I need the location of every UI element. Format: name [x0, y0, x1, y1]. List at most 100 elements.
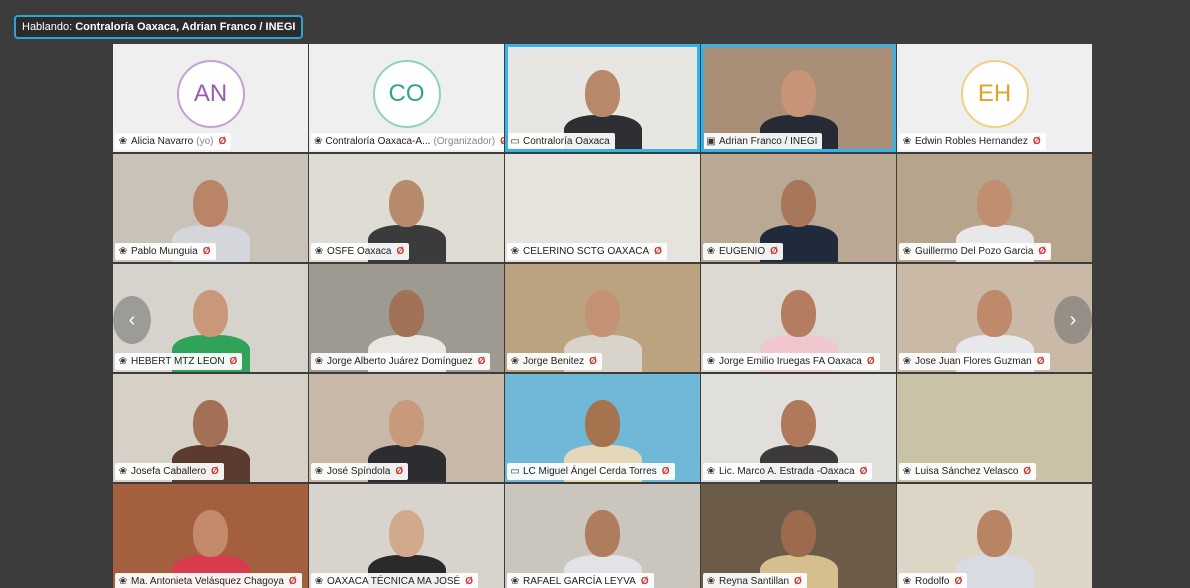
- participant-name-label: ❀ José Spíndola Ø: [311, 463, 409, 480]
- participant-name: José Spíndola: [327, 466, 391, 477]
- participant-name: Adrian Franco / INEGI: [719, 136, 818, 147]
- participant-name-label: ❀ Ma. Antonieta Velásquez Chagoya Ø: [115, 573, 302, 588]
- participant-role: (yo): [196, 136, 214, 147]
- participant-tile[interactable]: ❀ Pablo Munguia Ø: [113, 154, 308, 262]
- avatar: EH: [960, 59, 1029, 128]
- participant-name: HEBERT MTZ LEON: [131, 356, 225, 367]
- participant-name-label: ❀ Jorge Alberto Juárez Domínguez Ø: [311, 353, 491, 370]
- mic-muted-icon: Ø: [500, 133, 504, 150]
- participant-tile[interactable]: ❀ José Spíndola Ø: [309, 374, 504, 482]
- participant-name-label: ❀ Luisa Sánchez Velasco Ø: [899, 463, 1037, 480]
- participant-name: RAFAEL GARCÍA LEYVA: [523, 576, 636, 587]
- participant-tile[interactable]: ❀ RAFAEL GARCÍA LEYVA Ø: [505, 484, 700, 588]
- participant-name-label: ❀ Rodolfo Ø: [899, 573, 968, 588]
- participant-tile[interactable]: ❀ CELERINO SCTG OAXACA Ø: [505, 154, 700, 262]
- participant-name-label: ▭ LC Miguel Ángel Cerda Torres Ø: [507, 463, 675, 480]
- participant-name: Contraloría Oaxaca: [523, 136, 610, 147]
- mic-icon: ❀: [118, 246, 128, 257]
- person-head: [584, 399, 621, 448]
- person-head: [976, 509, 1013, 558]
- participant-tile[interactable]: AN ❀ Alicia Navarro (yo) Ø: [113, 44, 308, 152]
- speaking-prefix: Hablando:: [22, 21, 73, 33]
- participant-tile[interactable]: ❀ Jorge Emilio Iruegas FA Oaxaca Ø: [701, 264, 896, 372]
- person-body: [955, 555, 1034, 588]
- person-head: [388, 399, 425, 448]
- participant-name: LC Miguel Ángel Cerda Torres: [523, 466, 657, 477]
- participant-tile[interactable]: ❀ Jorge Benitez Ø: [505, 264, 700, 372]
- mic-icon: ❀: [706, 246, 716, 257]
- mic-icon: ❀: [118, 356, 128, 367]
- participant-name-label: ❀ HEBERT MTZ LEON Ø: [115, 353, 243, 370]
- participant-tile[interactable]: ❀ Luisa Sánchez Velasco Ø: [897, 374, 1092, 482]
- person-head: [388, 289, 425, 338]
- participant-name-label: ❀ Guillermo Del Pozo Garcia Ø: [899, 243, 1052, 260]
- mic-icon: ❀: [902, 576, 912, 587]
- participant-tile[interactable]: EH ❀ Edwin Robles Hernandez Ø: [897, 44, 1092, 152]
- speaking-indicator: Hablando: Contraloría Oaxaca, Adrian Fra…: [14, 15, 304, 39]
- participant-name: Lic. Marco A. Estrada -Oaxaca: [719, 466, 855, 477]
- person-head: [388, 179, 425, 228]
- participant-name: Edwin Robles Hernandez: [915, 136, 1028, 147]
- participant-name-label: ❀ RAFAEL GARCÍA LEYVA Ø: [507, 573, 654, 588]
- mic-icon: ❀: [118, 576, 128, 587]
- mic-muted-icon: Ø: [866, 356, 875, 367]
- person-head: [780, 289, 817, 338]
- participant-tile[interactable]: ❀ Jorge Alberto Juárez Domínguez Ø: [309, 264, 504, 372]
- next-page-button[interactable]: ›: [1054, 296, 1092, 344]
- person-head: [192, 289, 229, 338]
- avatar-initials: CO: [388, 79, 425, 107]
- participant-tile[interactable]: ▭ Contraloría Oaxaca: [505, 44, 700, 152]
- participant-name-label: ▣ Adrian Franco / INEGI: [703, 133, 823, 150]
- mic-icon: ❀: [314, 466, 324, 477]
- person-head: [584, 509, 621, 558]
- participant-name: Jorge Alberto Juárez Domínguez: [327, 356, 473, 367]
- participant-tile[interactable]: ❀ Rodolfo Ø: [897, 484, 1092, 588]
- mic-muted-icon: Ø: [1036, 356, 1045, 367]
- mic-muted-icon: Ø: [465, 576, 473, 587]
- mic-icon: ❀: [314, 356, 324, 367]
- person-head: [388, 509, 425, 558]
- participant-name-label: ❀ Jose Juan Flores Guzman Ø: [899, 353, 1050, 370]
- participant-name-label: ❀ Josefa Caballero Ø: [115, 463, 224, 480]
- mic-icon: ❀: [902, 466, 912, 477]
- room-icon: ▭: [510, 466, 520, 477]
- speaking-names: Contraloría Oaxaca, Adrian Franco / INEG…: [75, 21, 296, 33]
- mic-muted-icon: Ø: [202, 246, 211, 257]
- participant-name-label: ❀ Pablo Munguia Ø: [115, 243, 216, 260]
- participant-tile[interactable]: ❀ EUGENIO Ø: [701, 154, 896, 262]
- participant-tile[interactable]: ❀ Reyna Santillan Ø: [701, 484, 896, 588]
- mic-icon: ❀: [706, 466, 716, 477]
- participant-tile[interactable]: ▭ LC Miguel Ángel Cerda Torres Ø: [505, 374, 700, 482]
- chevron-left-icon: ‹: [128, 308, 136, 331]
- prev-page-button[interactable]: ‹: [113, 296, 151, 344]
- mic-icon: ❀: [314, 576, 324, 587]
- participant-grid: AN ❀ Alicia Navarro (yo) Ø CO ❀ Contraloría Oax…: [113, 44, 1092, 588]
- participant-name: CELERINO SCTG OAXACA: [523, 246, 650, 257]
- participant-name-label: ▭ Contraloría Oaxaca: [507, 133, 615, 150]
- participant-tile[interactable]: ❀ Josefa Caballero Ø: [113, 374, 308, 482]
- mic-muted-icon: Ø: [218, 136, 227, 147]
- mic-muted-icon: Ø: [288, 576, 297, 587]
- participant-tile[interactable]: ▣ Adrian Franco / INEGI: [701, 44, 896, 152]
- participant-name: Jorge Emilio Iruegas FA Oaxaca: [719, 356, 862, 367]
- mic-muted-icon: Ø: [229, 356, 238, 367]
- participant-tile[interactable]: ❀ OSFE Oaxaca Ø: [309, 154, 504, 262]
- participant-tile[interactable]: ❀ OAXACA TÉCNICA MA JOSÉ Ø: [309, 484, 504, 588]
- participant-name: Alicia Navarro: [131, 136, 194, 147]
- participant-name-label: ❀ OSFE Oaxaca Ø: [311, 243, 410, 260]
- participant-tile[interactable]: ❀ Guillermo Del Pozo Garcia Ø: [897, 154, 1092, 262]
- mic-icon: ❀: [706, 356, 716, 367]
- participant-role: (Organizador): [433, 136, 496, 147]
- mic-muted-icon: Ø: [1038, 246, 1047, 257]
- participant-tile[interactable]: CO ❀Contraloría Oaxaca-A...(Organizador) Ø: [309, 44, 504, 152]
- mic-muted-icon: Ø: [1023, 466, 1032, 477]
- participant-name: Luisa Sánchez Velasco: [915, 466, 1019, 477]
- mic-muted-icon: Ø: [794, 576, 802, 587]
- mic-icon: ❀: [902, 246, 912, 257]
- person-head: [192, 179, 229, 228]
- participant-tile[interactable]: ❀ Lic. Marco A. Estrada -Oaxaca Ø: [701, 374, 896, 482]
- participant-name-label: ❀ Reyna Santillan Ø: [703, 573, 807, 588]
- mic-icon: ❀: [314, 136, 323, 147]
- participant-tile[interactable]: ❀ Ma. Antonieta Velásquez Chagoya Ø: [113, 484, 308, 588]
- participant-name: Reyna Santillan: [719, 576, 790, 587]
